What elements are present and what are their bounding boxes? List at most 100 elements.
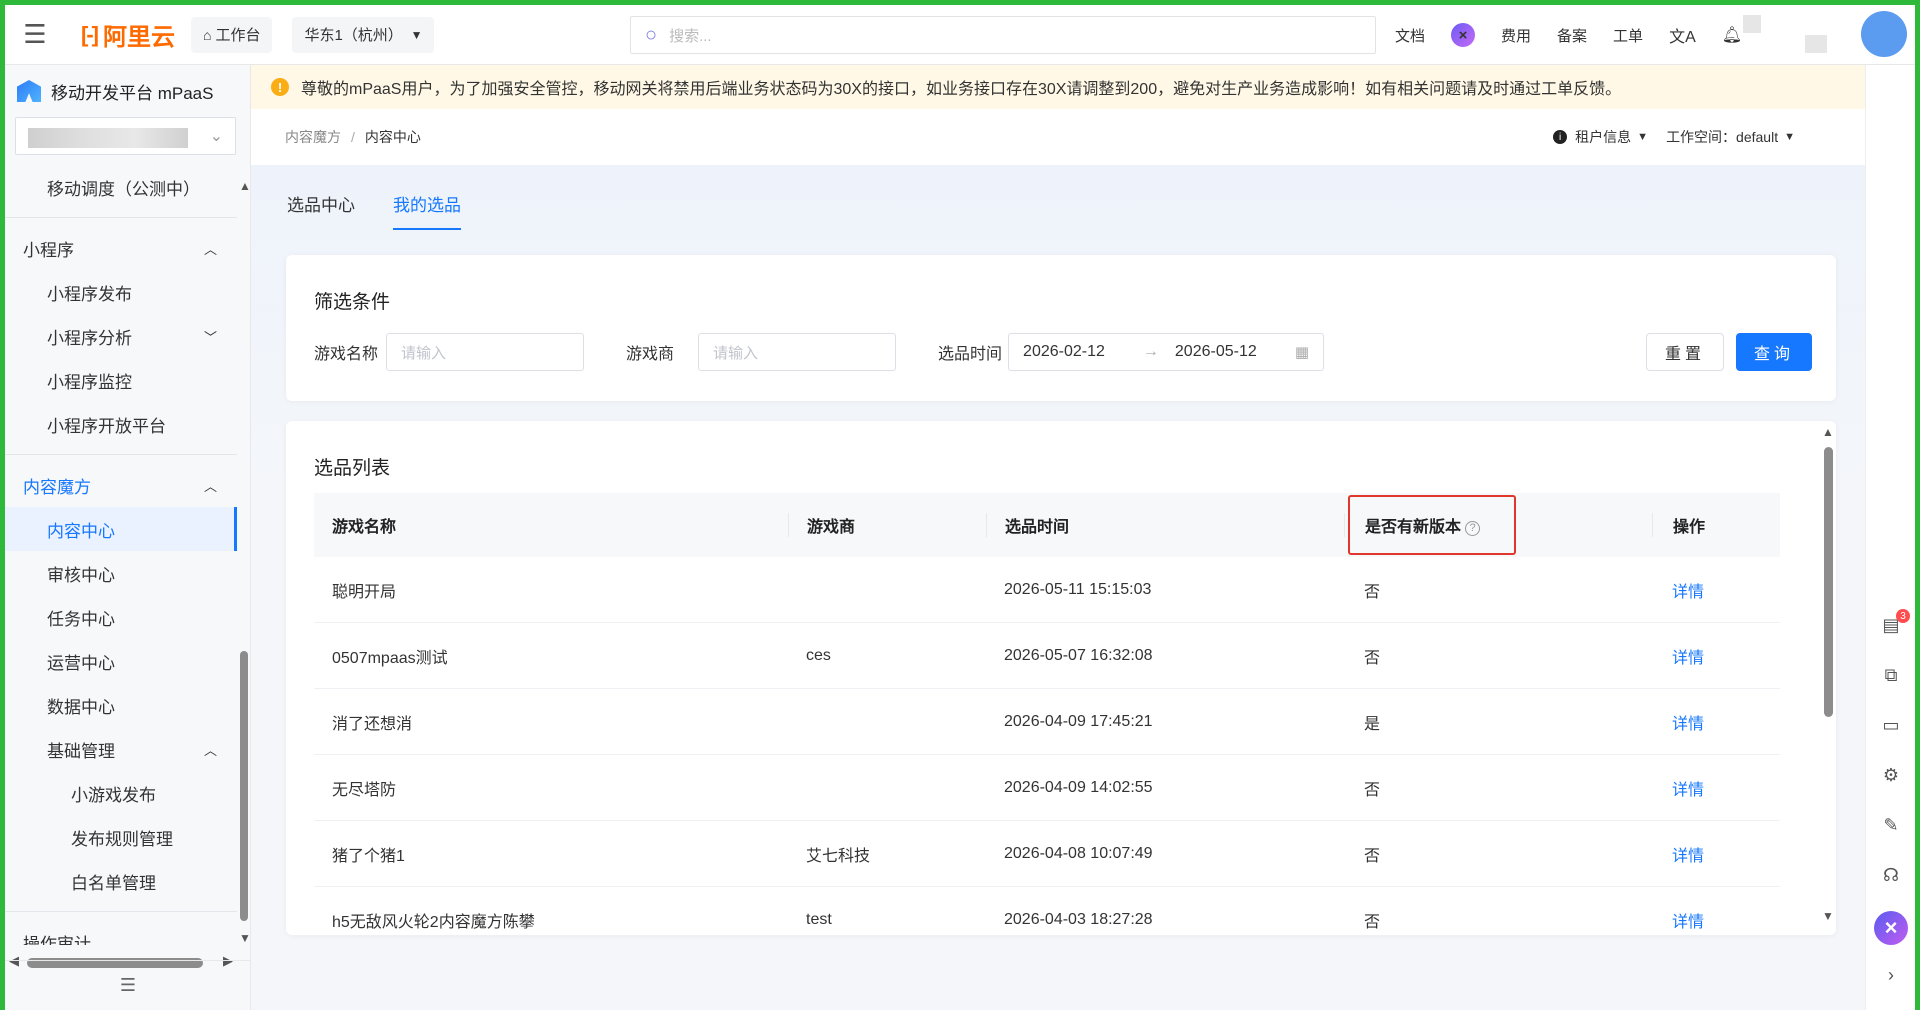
reset-button[interactable]: 重置: [1646, 333, 1724, 371]
tab-my-selection[interactable]: 我的选品: [393, 191, 461, 230]
search-input[interactable]: ○ 搜索...: [630, 16, 1376, 54]
sidebar-item-task-center[interactable]: 任务中心: [5, 595, 237, 639]
details-link[interactable]: 详情: [1652, 644, 1704, 668]
chevron-up-icon: ︿: [203, 478, 217, 494]
sidebar-item-label: 小程序: [23, 240, 74, 260]
details-link[interactable]: 详情: [1652, 710, 1704, 734]
sidebar-item-label: 任务中心: [47, 609, 115, 629]
headset-icon[interactable]: ☊: [1879, 863, 1903, 887]
start-date[interactable]: 2026-02-12: [1023, 343, 1105, 361]
cell-selection-time: 2026-04-08 10:07:49: [1004, 844, 1153, 862]
sidebar-item-operation-audit[interactable]: 操作审计: [5, 920, 237, 946]
game-name-input[interactable]: 请输入: [386, 333, 585, 371]
end-date[interactable]: 2026-05-12: [1175, 343, 1257, 361]
workbench-button[interactable]: ⌂ 工作台: [190, 16, 273, 53]
workspace-dropdown[interactable]: 工作空间：default: [1666, 127, 1778, 147]
sidebar-item-minigame-publish[interactable]: 小游戏发布: [5, 771, 237, 815]
cell-selection-time: 2026-04-09 14:02:55: [1004, 778, 1153, 796]
sidebar-item-label: 基础管理: [47, 741, 115, 761]
translate-icon[interactable]: 文A: [1669, 23, 1696, 47]
tab-selection-center[interactable]: 选品中心: [287, 191, 355, 230]
ai-assistant-icon[interactable]: ×: [1451, 23, 1476, 47]
caret-down-icon: ▼: [1637, 131, 1649, 143]
list-scrollbar[interactable]: ▲ ▼: [1820, 421, 1836, 935]
search-placeholder: 搜索...: [669, 27, 712, 45]
app-select[interactable]: ⌄: [15, 117, 236, 155]
sidebar-scrollbar[interactable]: ▲ ▼: [237, 173, 251, 945]
sidebar-item-operation-center[interactable]: 运营中心: [5, 639, 237, 683]
cell-new-version: 否: [1364, 781, 1381, 799]
nav-billing[interactable]: 费用: [1501, 25, 1531, 46]
filter-row: 游戏名称 请输入 游戏商 请输入 选品时间 2026-02-12 → 2026-…: [314, 333, 1325, 371]
home-icon: ⌂: [202, 26, 212, 43]
product-name: 移动开发平台 mPaaS: [51, 83, 214, 103]
sidebar-item-miniapp-open-platform[interactable]: 小程序开放平台: [5, 402, 237, 446]
edit-icon[interactable]: ✎: [1879, 813, 1903, 837]
tabs: 选品中心 我的选品: [287, 191, 499, 230]
cell-game-name: 聪明开局: [332, 583, 397, 601]
app-name-redacted: [28, 128, 188, 148]
avatar[interactable]: [1861, 11, 1907, 57]
chevron-down-icon: ▼: [410, 27, 423, 42]
tenant-info-dropdown[interactable]: 租户信息: [1575, 127, 1631, 147]
scan-icon[interactable]: ⧉: [1879, 663, 1903, 687]
sidebar-item-content-center[interactable]: 内容中心: [5, 507, 237, 551]
region-label: 华东1（杭州）: [304, 27, 403, 44]
cell-game-name: 消了还想消: [332, 715, 413, 733]
aliyun-logo[interactable]: [-] 阿里云: [81, 17, 175, 52]
gear-icon[interactable]: ⚙: [1879, 763, 1903, 787]
menu-icon[interactable]: ☰: [5, 5, 65, 65]
region-select[interactable]: 华东1（杭州） ▼: [292, 16, 435, 53]
table-body: 聪明开局 2026-05-11 15:15:03 否详情 0507mpaas测试 ces…: [314, 557, 1780, 935]
chevron-down-icon: ﹀: [203, 329, 217, 345]
breadcrumb-parent[interactable]: 内容魔方: [285, 127, 341, 147]
terminal-icon[interactable]: ▭: [1879, 713, 1903, 737]
details-link[interactable]: 详情: [1652, 578, 1704, 602]
sidebar-item-whitelist[interactable]: 白名单管理: [5, 859, 237, 903]
sidebar-item-data-center[interactable]: 数据中心: [5, 683, 237, 727]
cell-selection-time: 2026-04-09 17:45:21: [1004, 712, 1153, 730]
account-info-redacted: [1805, 35, 1827, 53]
sidebar-item-miniapp-publish[interactable]: 小程序发布: [5, 270, 237, 314]
sidebar-group-content-cube[interactable]: 内容魔方 ︿: [5, 463, 237, 507]
sidebar-menu: 移动调度（公测中） 小程序 ︿ 小程序发布 小程序分析 ﹀ 小程序监控 小程序开放平…: [5, 175, 237, 945]
cell-game-name: 猪了个猪1: [332, 847, 405, 865]
details-link[interactable]: 详情: [1652, 776, 1704, 800]
placeholder: 请输入: [713, 344, 759, 362]
collapse-sidebar-icon[interactable]: ☰: [5, 960, 251, 1010]
nav-ticket[interactable]: 工单: [1613, 25, 1643, 46]
list-card: 选品列表 游戏名称 游戏商 选品时间 是否有新版本? 操作 聪明开局 2026-0…: [286, 421, 1836, 935]
ai-assistant-icon[interactable]: ×: [1874, 911, 1908, 945]
cell-new-version: 否: [1364, 847, 1381, 865]
sidebar-item-review-center[interactable]: 审核中心: [5, 551, 237, 595]
sidebar-item-label: 小程序发布: [47, 284, 132, 304]
details-link[interactable]: 详情: [1652, 908, 1704, 932]
nav-docs[interactable]: 文档: [1395, 25, 1425, 46]
bell-icon[interactable]: 🔔︎: [1722, 25, 1742, 45]
scroll-thumb[interactable]: [1824, 447, 1833, 717]
scroll-up-icon[interactable]: ▲: [1822, 425, 1834, 439]
table-row: 消了还想消 2026-04-09 17:45:21 是 详情: [314, 689, 1780, 755]
sidebar-item-miniapp-analysis[interactable]: 小程序分析 ﹀: [5, 314, 237, 358]
nav-icp[interactable]: 备案: [1557, 25, 1587, 46]
sidebar-group-basic-management[interactable]: 基础管理 ︿: [5, 727, 237, 771]
scroll-thumb[interactable]: [240, 651, 248, 921]
sidebar-item-publish-rules[interactable]: 发布规则管理: [5, 815, 237, 859]
scroll-down-icon[interactable]: ▼: [1822, 909, 1834, 923]
divider: [5, 911, 237, 912]
details-link[interactable]: 详情: [1652, 842, 1704, 866]
query-button[interactable]: 查询: [1736, 333, 1812, 371]
chevron-right-icon[interactable]: ›: [1879, 963, 1903, 987]
account-info-redacted: [1743, 15, 1761, 33]
vendor-input[interactable]: 请输入: [698, 333, 897, 371]
col-game-name: 游戏名称: [332, 519, 397, 536]
date-range-picker[interactable]: 2026-02-12 → 2026-05-12 ▦: [1008, 333, 1325, 371]
scroll-up-icon[interactable]: ▲: [239, 179, 251, 193]
cell-selection-time: 2026-04-03 18:27:28: [1004, 910, 1153, 928]
sidebar-item-miniapp-monitor[interactable]: 小程序监控: [5, 358, 237, 402]
sidebar-item-mobile-dispatch[interactable]: 移动调度（公测中）: [5, 175, 237, 209]
scroll-down-icon[interactable]: ▼: [239, 931, 251, 945]
selection-time-label: 选品时间: [938, 346, 1003, 363]
sidebar-group-miniapp[interactable]: 小程序 ︿: [5, 226, 237, 270]
sidebar-item-label: 白名单管理: [71, 873, 156, 893]
